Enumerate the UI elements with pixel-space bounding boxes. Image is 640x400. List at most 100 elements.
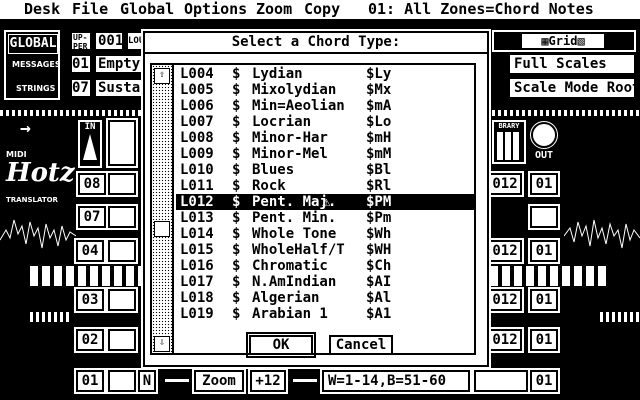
scale-mode-root-button[interactable]: Scale Mode Root	[508, 77, 636, 99]
chord-list-item[interactable]: L015 $ WholeHalf/T $WH	[176, 242, 474, 258]
right-01-d[interactable]: 01	[528, 327, 560, 353]
row2-value[interactable]: Sustai	[94, 78, 146, 98]
item-code: $mA	[366, 98, 392, 114]
zone-07-number[interactable]: 07	[76, 204, 108, 230]
right-012-d[interactable]: 012	[486, 327, 524, 353]
item-id: L007	[180, 114, 214, 130]
menu-file[interactable]: File	[72, 0, 108, 19]
arrow-down-icon[interactable]: ⇩	[154, 336, 170, 352]
strings-label[interactable]: STRINGS	[16, 84, 55, 93]
zone-08-slot[interactable]	[106, 171, 138, 197]
right-012-c[interactable]: 012	[486, 287, 524, 313]
chord-list-item[interactable]: L006 $ Min=Aeolian $mA	[176, 98, 474, 114]
item-code: $Bl	[366, 162, 392, 178]
item-sep: $	[232, 274, 241, 290]
global-button[interactable]: GLOBAL	[8, 34, 58, 54]
item-name: Minor-Har	[252, 130, 328, 146]
item-sep: $	[232, 258, 241, 274]
scrollbar[interactable]: ⇧ ⇩	[152, 65, 174, 353]
zone-08-number[interactable]: 08	[76, 171, 108, 197]
books-icon	[497, 132, 521, 160]
bottom-n-button[interactable]: N	[136, 368, 158, 394]
in-slot[interactable]	[106, 118, 138, 168]
scroll-thumb[interactable]	[154, 221, 170, 237]
cancel-button[interactable]: Cancel	[329, 335, 393, 355]
item-code: $Pm	[366, 210, 392, 226]
item-sep: $	[232, 306, 241, 322]
messages-label[interactable]: MESSAGES	[12, 60, 58, 69]
zone-03-number[interactable]: 03	[74, 287, 106, 313]
zone-02-slot[interactable]	[106, 327, 138, 353]
item-name: Blues	[252, 162, 295, 178]
field1-number[interactable]: 001	[94, 31, 124, 51]
item-id: L013	[180, 210, 214, 226]
menu-bar: Desk File Global Options Zoom Copy 01: A…	[0, 0, 640, 37]
right-01-c[interactable]: 01	[528, 287, 560, 313]
arrow-right-icon: →	[20, 118, 31, 139]
bottom-zone-number[interactable]: 01	[74, 368, 106, 394]
ok-button[interactable]: OK	[246, 332, 316, 358]
zone-02-number[interactable]: 02	[74, 327, 106, 353]
item-code: $Lo	[366, 114, 392, 130]
chord-list-item[interactable]: L013 $ Pent. Min. $Pm	[176, 210, 474, 226]
stripes-right-low	[600, 312, 640, 322]
chord-list-item[interactable]: L007 $ Locrian $Lo	[176, 114, 474, 130]
bottom-range[interactable]: W=1-14,B=51-60	[320, 368, 472, 394]
global-panel: GLOBAL MESSAGES STRINGS	[4, 30, 60, 100]
bottom-slot-right[interactable]	[472, 368, 530, 394]
right-01-b[interactable]: 01	[528, 238, 560, 264]
zone-04-number[interactable]: 04	[74, 238, 106, 264]
bottom-offset[interactable]: +12	[248, 368, 288, 394]
row2-number[interactable]: 07	[70, 78, 92, 98]
out-label: OUT	[534, 150, 554, 161]
library-indicator[interactable]: BRARY	[492, 120, 526, 164]
chord-list-item[interactable]: L008 $ Minor-Har $mH	[176, 130, 474, 146]
right-slot-b[interactable]	[528, 204, 560, 230]
arrow-up-icon[interactable]: ⇧	[154, 68, 170, 84]
right-012-b[interactable]: 012	[486, 238, 524, 264]
item-name: WholeHalf/T	[252, 242, 345, 258]
right-012-a[interactable]: 012	[486, 171, 524, 197]
zone-07-slot[interactable]	[106, 204, 138, 230]
item-id: L009	[180, 146, 214, 162]
chord-list-item[interactable]: L014 $ Whole Tone $Wh	[176, 226, 474, 242]
zone-03-slot[interactable]	[106, 287, 138, 313]
hotz-logo: Hotz	[6, 158, 75, 188]
right-01-a[interactable]: 01	[528, 171, 560, 197]
chord-list-item[interactable]: L011 $ Rock $Rl	[176, 178, 474, 194]
chord-list-item[interactable]: L005 $ Mixolydian $Mx	[176, 82, 474, 98]
item-id: L019	[180, 306, 214, 322]
item-id: L004	[180, 66, 214, 82]
grid-panel: ▦Grid▧	[492, 30, 636, 52]
menu-zoom[interactable]: Zoom	[256, 0, 292, 19]
item-id: L015	[180, 242, 214, 258]
chord-list-item[interactable]: L017 $ N.AmIndian $AI	[176, 274, 474, 290]
menu-desk[interactable]: Desk	[24, 0, 60, 19]
menu-copy[interactable]: Copy	[304, 0, 340, 19]
chord-list-item[interactable]: L012 $ Pent. Maj. $PM ⚠	[176, 194, 474, 210]
chord-list-item[interactable]: L018 $ Algerian $Al	[176, 290, 474, 306]
item-sep: $	[232, 130, 241, 146]
chord-list-item[interactable]: L009 $ Minor-Mel $mM	[176, 146, 474, 162]
chord-list-item[interactable]: L019 $ Arabian 1 $A1	[176, 306, 474, 322]
keyboard-left	[30, 266, 142, 286]
item-id: L005	[180, 82, 214, 98]
bottom-zoom-button[interactable]: Zoom	[192, 368, 246, 394]
chord-list-item[interactable]: L004 $ Lydian $Ly	[176, 66, 474, 82]
item-sep: $	[232, 290, 241, 306]
bottom-slot[interactable]	[106, 368, 138, 394]
full-scales-button[interactable]: Full Scales	[508, 53, 636, 75]
chord-list-item[interactable]: L016 $ Chromatic $Ch	[176, 258, 474, 274]
menu-options[interactable]: Options	[184, 0, 247, 19]
grid-button[interactable]: ▦Grid▧	[522, 34, 604, 48]
item-sep: $	[232, 162, 241, 178]
zone-04-slot[interactable]	[106, 238, 138, 264]
menu-global[interactable]: Global	[120, 0, 174, 19]
row1-value[interactable]: Empty	[94, 54, 146, 74]
out-indicator[interactable]: OUT	[528, 120, 560, 166]
status-text: 01: All Zones=Chord Notes W/Zoom	[368, 0, 594, 37]
row1-number[interactable]: 01	[70, 54, 92, 74]
right-01-e[interactable]: 01	[528, 368, 560, 394]
item-id: L012	[180, 194, 214, 210]
chord-list-item[interactable]: L010 $ Blues $Bl	[176, 162, 474, 178]
